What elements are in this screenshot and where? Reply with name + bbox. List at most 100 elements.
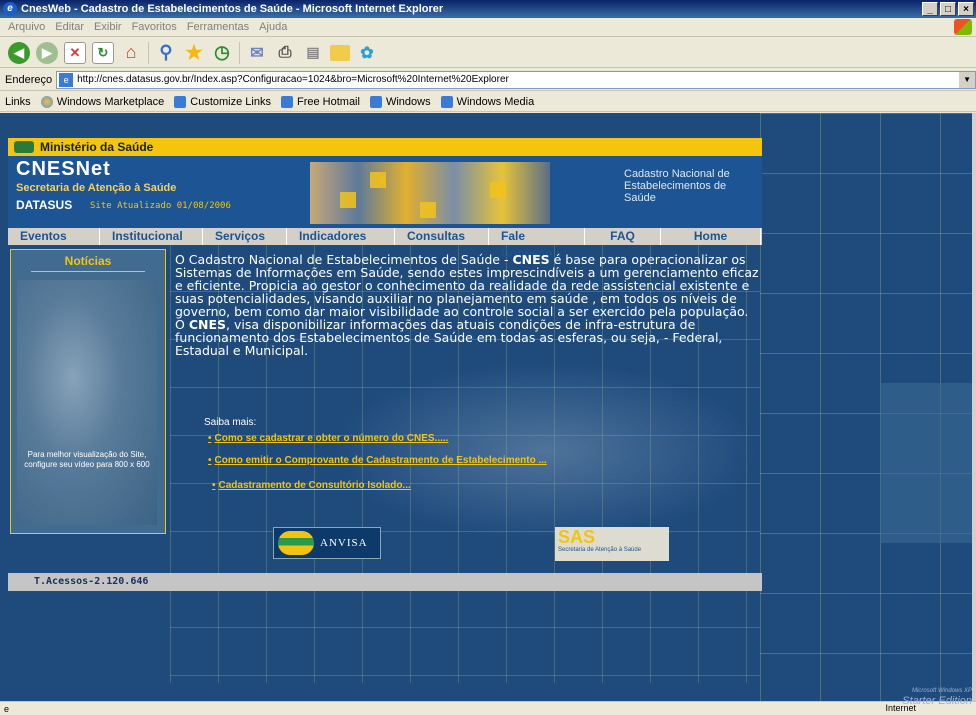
ie-page-icon [174, 95, 187, 108]
link-cadastrar-cnes[interactable]: • Como se cadastrar e obter o número do C… [208, 433, 448, 444]
menu-ferramentas[interactable]: Ferramentas [187, 21, 249, 33]
window-title-bar[interactable]: e CnesWeb - Cadastro de Estabelecimentos… [0, 0, 976, 18]
history-icon[interactable]: ◷ [211, 42, 233, 64]
mail-icon[interactable]: ✉ [246, 42, 268, 64]
background-photo [880, 383, 972, 543]
brand-logo: CNESNet [16, 158, 111, 180]
news-message: Para melhor visualização do Site, config… [24, 450, 150, 469]
saiba-mais-label: Saiba mais: [204, 417, 257, 428]
window-title: CnesWeb - Cadastro de Estabelecimentos d… [21, 3, 444, 15]
links-label: Links [5, 95, 31, 108]
link-label: Windows [385, 95, 431, 108]
anvisa-logo[interactable]: ANVISA [273, 527, 381, 559]
sas-subtitle: Secretaria de Atenção à Saúde [558, 547, 642, 553]
page-viewport: Ministério da Saúde CNESNet Secretaria d… [0, 113, 972, 701]
ie-page-icon [280, 95, 293, 108]
ie-page-icon [369, 95, 382, 108]
edit-icon[interactable]: ▤ [302, 42, 324, 64]
secretaria-label: Secretaria de Atenção à Saúde [16, 182, 177, 194]
menu-bar: Arquivo Editar Exibir Favoritos Ferramen… [0, 18, 976, 37]
address-bar: Endereço e http://cnes.datasus.gov.br/In… [0, 69, 976, 91]
background-photo-center [330, 361, 760, 541]
site-banner: CNESNet Secretaria de Atenção à Saúde DA… [8, 156, 762, 228]
maximize-button[interactable]: □ [940, 2, 956, 16]
chevron-down-icon[interactable]: ▼ [959, 71, 976, 88]
banner-square [490, 182, 506, 198]
ministry-bar: Ministério da Saúde [8, 138, 762, 156]
news-title-underline [31, 271, 145, 272]
news-title[interactable]: Notícias [11, 254, 165, 268]
ie-page-icon [440, 95, 453, 108]
nav-consultas[interactable]: Consultas [395, 228, 489, 245]
nav-servicos[interactable]: Serviços [203, 228, 287, 245]
minimize-button[interactable]: _ [922, 2, 938, 16]
nav-indicadores[interactable]: Indicadores [287, 228, 395, 245]
intro-text-part: , visa disponibilizar informações das at… [175, 317, 723, 358]
starter-edition-watermark: Microsoft Windows XP Starter Edition [902, 686, 972, 707]
links-bar: Links Windows Marketplace Customize Link… [0, 92, 976, 112]
bullet-icon: • [208, 433, 212, 444]
menu-favoritos[interactable]: Favoritos [132, 21, 177, 33]
link-free-hotmail[interactable]: Free Hotmail [280, 95, 360, 108]
watermark-label: Starter Edition [902, 695, 972, 707]
cadastro-label: Cadastro Nacional de Estabelecimentos de… [624, 168, 730, 204]
access-counter: T.Acessos-2.120.646 [8, 573, 762, 591]
home-icon[interactable]: ⌂ [120, 42, 142, 64]
ie-icon: e [3, 2, 17, 16]
address-url: http://cnes.datasus.gov.br/Index.asp?Con… [77, 74, 509, 85]
forward-icon[interactable]: ▶ [36, 41, 58, 64]
link-label: Como se cadastrar e obter o número do CN… [214, 433, 449, 444]
update-label: Site Atualizado 01/08/2006 [90, 201, 231, 211]
ministry-logo-icon [14, 141, 34, 153]
menu-editar[interactable]: Editar [55, 21, 84, 33]
link-customize-links[interactable]: Customize Links [174, 95, 271, 108]
marketplace-icon [40, 95, 53, 108]
banner-square [370, 172, 386, 188]
anvisa-label: ANVISA [320, 537, 368, 549]
intro-paragraph-1: O Cadastro Nacional de Estabelecimentos … [175, 253, 765, 318]
toolbar-separator [239, 41, 240, 64]
favorites-icon[interactable]: ★ [183, 42, 205, 64]
address-label: Endereço [5, 73, 53, 86]
nav-eventos[interactable]: Eventos [8, 228, 100, 245]
datasus-label: DATASUS [16, 198, 73, 212]
menu-arquivo[interactable]: Arquivo [8, 21, 45, 33]
link-consultorio-isolado[interactable]: • Cadastramento de Consultório Isolado... [212, 480, 411, 491]
link-windows-media[interactable]: Windows Media [440, 95, 535, 108]
menu-exibir[interactable]: Exibir [94, 21, 122, 33]
link-label: Windows Marketplace [56, 95, 165, 108]
banner-photo [310, 162, 550, 224]
link-label: Como emitir o Comprovante de Cadastramen… [214, 455, 547, 466]
back-icon[interactable]: ◀ [8, 41, 30, 64]
menu-ajuda[interactable]: Ajuda [259, 21, 287, 33]
link-windows-marketplace[interactable]: Windows Marketplace [40, 95, 165, 108]
site-nav: Eventos Institucional Serviços Indicador… [8, 228, 762, 260]
search-icon[interactable]: ⚲ [155, 42, 177, 64]
status-page-icon: e [4, 703, 10, 714]
windows-flag-icon [954, 19, 972, 35]
intro-text: O Cadastro Nacional de Estabelecimentos … [175, 253, 765, 357]
link-label: Customize Links [190, 95, 271, 108]
print-icon[interactable]: ⎙ [274, 42, 296, 64]
nav-institucional[interactable]: Institucional [100, 228, 203, 245]
link-label: Cadastramento de Consultório Isolado... [218, 480, 411, 491]
close-button[interactable]: × [958, 2, 974, 16]
sas-logo[interactable]: SAS Secretaria de Atenção à Saúde [555, 527, 669, 561]
ministry-label: Ministério da Saúde [40, 140, 154, 154]
folder-icon[interactable] [330, 44, 350, 61]
stop-icon[interactable]: ✕ [64, 41, 86, 64]
sas-label: SAS [558, 527, 596, 547]
refresh-icon[interactable]: ↻ [92, 41, 114, 64]
link-windows[interactable]: Windows [369, 95, 431, 108]
toolbar: ◀ ▶ ✕ ↻ ⌂ ⚲ ★ ◷ ✉ ⎙ ▤ ✿ [0, 38, 976, 68]
link-label: Windows Media [456, 95, 535, 108]
address-input[interactable]: e http://cnes.datasus.gov.br/Index.asp?C… [56, 70, 976, 89]
vertical-scrollbar[interactable] [972, 113, 976, 701]
nav-faq[interactable]: FAQ [585, 228, 661, 245]
link-comprovante[interactable]: • Como emitir o Comprovante de Cadastrame… [208, 455, 547, 466]
nav-fale-conosco[interactable]: Fale Conosco [489, 228, 585, 260]
messenger-icon[interactable]: ✿ [356, 42, 378, 64]
status-bar: e Internet [0, 701, 976, 715]
nav-home[interactable]: Home [661, 228, 761, 245]
bullet-icon: • [212, 480, 216, 491]
